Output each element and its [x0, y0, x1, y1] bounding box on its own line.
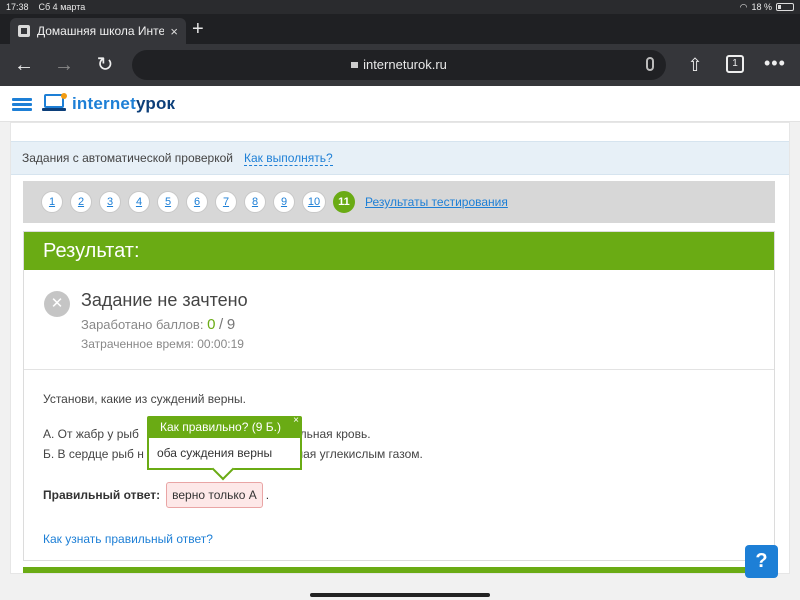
question-link[interactable]: 4 [128, 191, 150, 213]
question-link[interactable]: 1 [41, 191, 63, 213]
question-nav: 1 2 3 4 5 6 7 8 9 10 11 Результаты тести… [23, 181, 775, 223]
popup-body: оба суждения верны [147, 438, 302, 470]
favicon-icon [18, 25, 30, 37]
status-right: ◠ 18 % [740, 2, 794, 13]
battery-icon [776, 3, 794, 11]
score-line: Заработано баллов: 0 / 9 [81, 316, 235, 333]
reload-icon[interactable]: ↻ [93, 53, 117, 77]
result-header: Результат: [24, 232, 774, 270]
question-link[interactable]: 7 [215, 191, 237, 213]
question-link[interactable]: 8 [244, 191, 266, 213]
tabs-icon[interactable]: 1 [726, 55, 744, 73]
score-separator: / [219, 316, 224, 333]
menu-icon[interactable]: ••• [764, 53, 786, 74]
info-strip: Задания с автоматической проверкой Как в… [11, 141, 789, 175]
test-results-link[interactable]: Результаты тестирования [365, 195, 508, 209]
mic-icon[interactable] [646, 57, 654, 71]
task-status-title: Задание не зачтено [81, 290, 248, 310]
correct-answer-popup: Как правильно? (9 Б.) × оба суждения вер… [147, 415, 302, 470]
site-logo[interactable]: internetурок [72, 94, 175, 114]
question-link[interactable]: 3 [99, 191, 121, 213]
score-label: Заработано баллов: [81, 317, 204, 332]
result-panel: Результат: ✕ Задание не зачтено Заработа… [23, 231, 775, 561]
new-tab-icon[interactable]: + [192, 19, 204, 39]
address-bar[interactable]: interneturok.ru [132, 50, 666, 80]
popup-close-icon[interactable]: × [293, 415, 299, 427]
forward-icon[interactable]: → [52, 53, 76, 77]
share-icon[interactable]: ⇧ [683, 53, 707, 77]
question-link[interactable]: 6 [186, 191, 208, 213]
question-link[interactable]: 5 [157, 191, 179, 213]
submitted-answer[interactable]: верно только А [166, 482, 263, 508]
score-earned: 0 [207, 316, 216, 333]
correct-answer-label: Правильный ответ: [43, 488, 161, 502]
how-to-find-answer-link[interactable]: Как узнать правильный ответ? [43, 532, 213, 546]
question-link-current[interactable]: 11 [333, 191, 355, 213]
popup-title: Как правильно? (9 Б.) [160, 420, 281, 434]
status-time: 17:38 [6, 2, 29, 12]
site-header: internetурок [0, 86, 800, 122]
wifi-icon: ◠ [739, 1, 748, 12]
help-button[interactable]: ? [745, 545, 778, 578]
info-label: Задания с автоматической проверкой [22, 151, 233, 165]
how-to-link[interactable]: Как выполнять? [244, 151, 333, 166]
url-text: interneturok.ru [363, 57, 447, 72]
tab-bar: Домашняя школа Интер × + [0, 14, 800, 44]
fail-x-icon: ✕ [44, 291, 70, 317]
battery-percent: 18 % [751, 2, 772, 12]
back-icon[interactable]: ← [12, 53, 36, 77]
score-max: 9 [226, 316, 236, 333]
page-content: Задания с автоматической проверкой Как в… [10, 122, 790, 574]
browser-tab[interactable]: Домашняя школа Интер × [10, 18, 186, 44]
popup-header: Как правильно? (9 Б.) × [147, 415, 302, 438]
tab-close-icon[interactable]: × [170, 24, 178, 39]
home-indicator [310, 593, 490, 597]
time-spent: Затраченное время: 00:00:19 [81, 337, 244, 351]
question-link[interactable]: 9 [273, 191, 295, 213]
browser-toolbar: ← → ↻ interneturok.ru ⇧ 1 ••• [0, 44, 800, 86]
hamburger-menu-icon[interactable] [12, 98, 32, 112]
bottom-green-bar [23, 567, 775, 573]
divider [24, 369, 774, 370]
tab-title: Домашняя школа Интер [37, 24, 165, 38]
status-bar: 17:38 Сб 4 марта ◠ 18 % [0, 0, 800, 14]
question-text: Установи, какие из суждений верны. [43, 392, 246, 406]
logo-icon[interactable] [42, 92, 68, 114]
question-link[interactable]: 10 [302, 191, 326, 213]
status-date: Сб 4 марта [38, 2, 86, 12]
correct-answer-row: Правильный ответ: верно только А . [43, 482, 269, 508]
question-link[interactable]: 2 [70, 191, 92, 213]
lock-icon [351, 62, 359, 68]
